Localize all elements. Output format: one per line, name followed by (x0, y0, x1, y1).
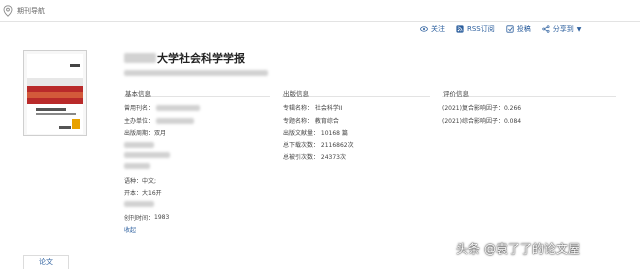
share-label: 分享到 (552, 25, 574, 33)
journal-actions: 关注 RSS订阅 投稿 分享到 ▼ (420, 22, 581, 36)
rss-subscribe-button[interactable]: RSS订阅 (456, 24, 495, 34)
frequency-text: 出版周期：双月 (124, 130, 167, 137)
language-row: 语种：中文; (124, 176, 156, 185)
former-name-row: 曾用刊名： (124, 103, 201, 112)
eye-icon (420, 26, 428, 32)
downloads-row: 总下载次数： 2116862次 (283, 140, 354, 149)
journal-cover-image (23, 50, 87, 136)
redacted-text (124, 152, 170, 158)
submit-label: 投稿 (516, 25, 531, 33)
redacted-subtitle (124, 70, 268, 76)
basic-info-heading: 基本信息 (125, 90, 151, 98)
watermark-author: @袁了了的论文屋 (484, 242, 581, 256)
citations-text: 总被引次数： 24373次 (283, 154, 346, 161)
share-button[interactable]: 分享到 ▼ (542, 24, 582, 34)
basic-info-section: 基本信息 (124, 87, 270, 98)
publication-info-section: 出版信息 (282, 87, 430, 98)
rss-label: RSS订阅 (467, 25, 495, 33)
topic-name-row: 专题名称： 教育综合 (283, 116, 339, 125)
publication-info-heading: 出版信息 (283, 90, 309, 98)
watermark: 头条 @袁了了的论文屋 (456, 240, 580, 257)
comprehensive-if-text: (2021)综合影响因子：0.084 (442, 118, 522, 125)
citations-row: 总被引次数： 24373次 (283, 152, 346, 161)
journal-title-text: 大学社会科学学报 (157, 52, 245, 65)
submit-icon (506, 25, 514, 33)
location-pin-icon (3, 5, 13, 17)
redacted-text (124, 142, 154, 148)
share-icon (542, 25, 550, 33)
language-text: 语种：中文; (124, 178, 157, 185)
redacted-text (124, 163, 150, 169)
redacted-text (156, 104, 201, 111)
article-count-row: 出版文献量： 10168 篇 (283, 128, 348, 137)
collapse-link[interactable]: 收起 (124, 225, 136, 234)
tab-articles[interactable]: 论文 (23, 255, 69, 269)
founded-label: 创刊时间： (124, 215, 155, 222)
founded-value: 1983 (154, 214, 170, 221)
redacted-text (124, 201, 154, 207)
former-name-label: 曾用刊名： (124, 105, 155, 112)
format-row: 开本：大16开 (124, 188, 162, 197)
watermark-platform: 头条 (456, 242, 481, 256)
topic-name-text: 专题名称： 教育综合 (283, 118, 339, 125)
eval-info-heading: 评价信息 (443, 90, 469, 98)
downloads-text: 总下载次数： 2116862次 (283, 142, 354, 149)
top-bar: 期刊导航 (0, 0, 640, 22)
breadcrumb-journal-nav[interactable]: 期刊导航 (17, 6, 45, 16)
eval-info-section: 评价信息 (442, 87, 616, 98)
special-name-row: 专辑名称： 社会科学II (283, 103, 342, 112)
journal-title: 大学社会科学学报 (124, 50, 245, 66)
composite-if-row: (2021)复合影响因子：0.266 (442, 103, 521, 112)
chevron-down-icon: ▼ (576, 25, 582, 33)
article-count-text: 出版文献量： 10168 篇 (283, 130, 348, 137)
frequency-row: 出版周期：双月 (124, 128, 166, 137)
redacted-text (156, 117, 195, 124)
redacted-text (124, 53, 156, 63)
sponsor-label: 主办单位： (124, 118, 155, 125)
sponsor-row: 主办单位： (124, 116, 195, 125)
founded-row: 创刊时间： 1983 (124, 213, 169, 222)
format-text: 开本：大16开 (124, 190, 162, 197)
follow-button[interactable]: 关注 (420, 24, 445, 34)
composite-if-text: (2021)复合影响因子：0.266 (442, 105, 522, 112)
submit-manuscript-button[interactable]: 投稿 (506, 24, 531, 34)
comprehensive-if-row: (2021)综合影响因子：0.084 (442, 116, 521, 125)
follow-label: 关注 (431, 25, 445, 33)
rss-icon (456, 25, 464, 33)
special-name-text: 专辑名称： 社会科学II (283, 105, 343, 112)
